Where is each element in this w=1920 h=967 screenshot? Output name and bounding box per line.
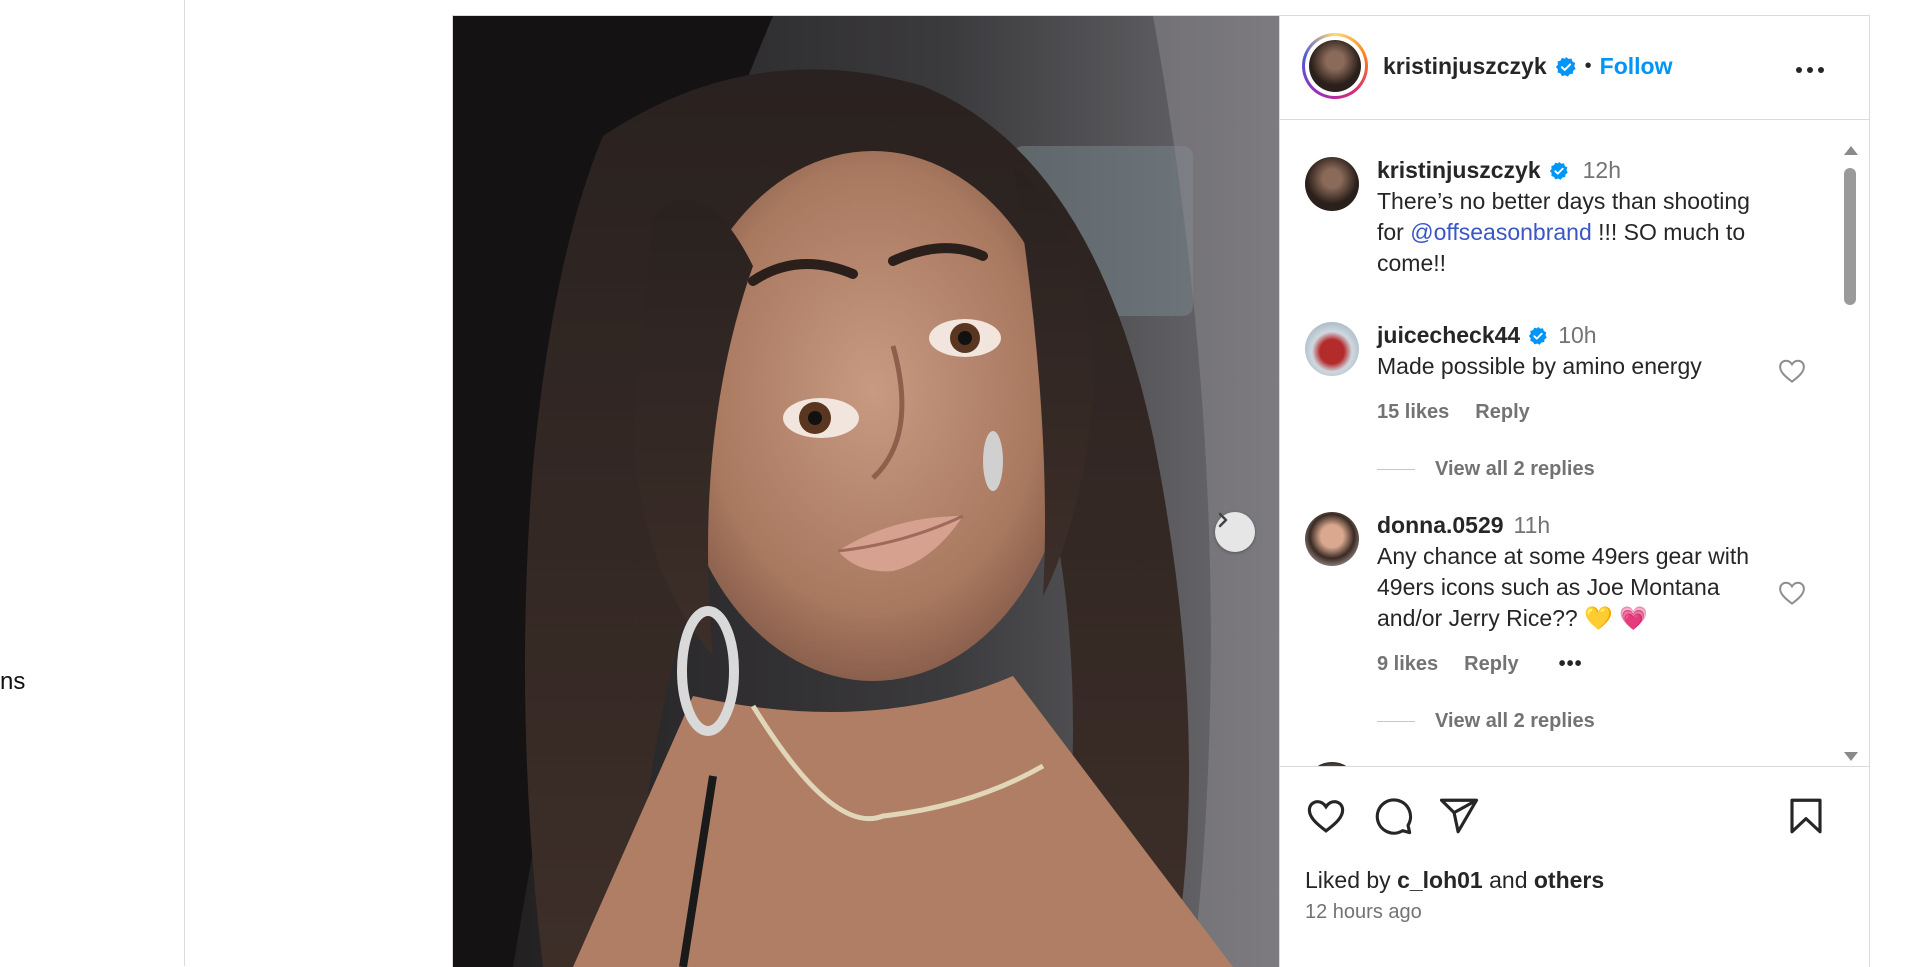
comment-username[interactable]: donna.0529 xyxy=(1377,510,1504,541)
liked-by-text: Liked by c_loh01 and others xyxy=(1305,867,1605,893)
caption-time[interactable]: 12h xyxy=(1583,155,1621,186)
separator-dot: • xyxy=(1584,55,1592,77)
scroll-up-arrow[interactable] xyxy=(1844,146,1858,155)
next-photo-button[interactable] xyxy=(1215,512,1255,552)
heart-icon[interactable] xyxy=(1777,578,1807,608)
comments-scrollbar[interactable] xyxy=(1840,120,1858,766)
comment-likes[interactable]: 15 likes xyxy=(1377,401,1449,424)
scroll-thumb[interactable] xyxy=(1844,168,1856,305)
comment-username[interactable]: juicecheck44 xyxy=(1377,320,1520,351)
avatar[interactable] xyxy=(1305,322,1359,376)
post-photo xyxy=(453,16,1279,967)
verified-badge-icon xyxy=(1529,326,1547,345)
comment-text: Made possible by amino energy xyxy=(1377,353,1702,379)
follow-button[interactable]: Follow xyxy=(1600,53,1673,80)
comment-text: Any chance at some 49ers gear with 49ers… xyxy=(1377,543,1750,631)
heart-icon[interactable] xyxy=(1777,356,1807,386)
more-options-button[interactable] xyxy=(1790,56,1830,84)
comments-list[interactable]: kristinjuszczyk 12h There’s no better da… xyxy=(1280,120,1869,766)
caption-username[interactable]: kristinjuszczyk xyxy=(1377,155,1541,186)
verified-badge-icon xyxy=(1555,56,1576,77)
comment-icon[interactable] xyxy=(1372,795,1414,837)
scroll-down-arrow[interactable] xyxy=(1844,752,1858,761)
post-timestamp[interactable]: 12 hours ago xyxy=(1305,901,1422,924)
chevron-right-icon xyxy=(1218,512,1228,528)
author-username[interactable]: kristinjuszczyk xyxy=(1383,53,1547,80)
view-replies-button[interactable]: View all 2 replies xyxy=(1377,710,1595,733)
mention-link[interactable]: @offseasonbrand xyxy=(1410,219,1592,245)
comment-time[interactable]: 11h xyxy=(1514,510,1551,541)
more-options-icon xyxy=(1796,67,1824,73)
comment-likes[interactable]: 9 likes xyxy=(1377,653,1438,676)
share-icon[interactable] xyxy=(1438,795,1480,837)
post-modal: kristinjuszczyk • Follow kristinjuszczyk… xyxy=(452,15,1870,967)
avatar[interactable] xyxy=(1305,512,1359,566)
avatar[interactable] xyxy=(1305,157,1359,211)
comment-time[interactable]: 10h xyxy=(1558,320,1596,351)
heart-icon[interactable] xyxy=(1305,795,1347,837)
post-side-panel: kristinjuszczyk • Follow kristinjuszczyk… xyxy=(1279,16,1869,967)
caption-text: There’s no better days than shooting for… xyxy=(1377,188,1750,276)
verified-badge-icon xyxy=(1549,161,1568,180)
liked-by-user-link[interactable]: c_loh01 xyxy=(1397,867,1483,893)
view-replies-button[interactable]: View all 2 replies xyxy=(1377,458,1595,481)
bookmark-icon[interactable] xyxy=(1785,795,1827,837)
post-actions: Liked by c_loh01 and others 12 hours ago xyxy=(1280,766,1869,967)
reply-button[interactable]: Reply xyxy=(1475,401,1529,424)
sidebar-item-label[interactable]: ns xyxy=(0,668,25,696)
post-header: kristinjuszczyk • Follow xyxy=(1280,16,1869,120)
liked-by-others-link[interactable]: others xyxy=(1534,867,1604,893)
author-avatar[interactable] xyxy=(1302,33,1368,99)
left-sidebar xyxy=(0,0,185,966)
comment-more-button[interactable]: ••• xyxy=(1559,653,1583,676)
reply-button[interactable]: Reply xyxy=(1464,653,1518,676)
post-media xyxy=(453,16,1279,967)
